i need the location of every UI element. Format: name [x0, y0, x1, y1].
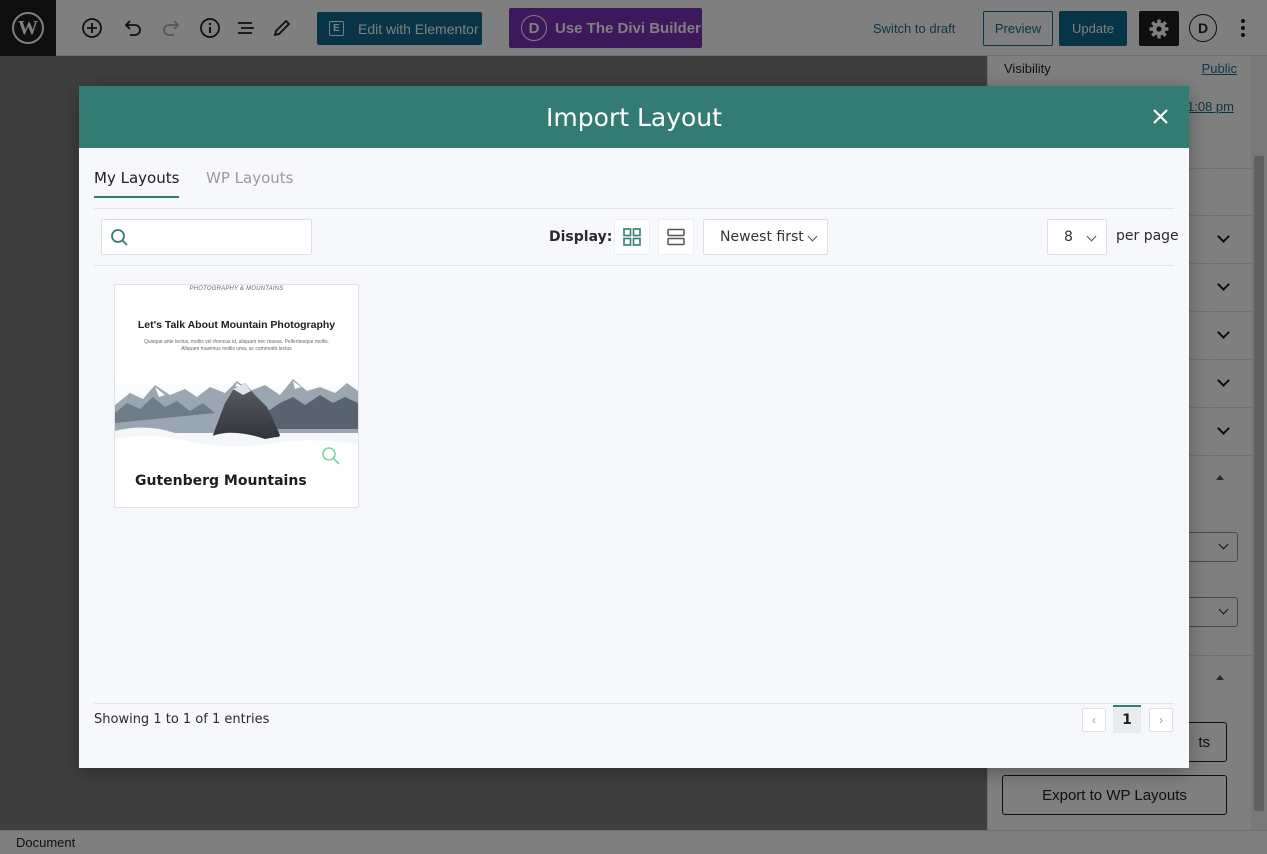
layout-card-title[interactable]: Gutenberg Mountains — [135, 473, 307, 489]
tab-wp-layouts[interactable]: WP Layouts — [206, 169, 293, 196]
layout-tabs: My Layouts WP Layouts — [94, 166, 1174, 209]
entries-count-text: Showing 1 to 1 of 1 entries — [94, 712, 270, 727]
thumbnail-heading: Let's Talk About Mountain Photography — [137, 319, 336, 331]
per-page-value: 8 — [1064, 229, 1073, 245]
chevron-down-icon — [807, 231, 818, 242]
grid-view-icon[interactable] — [614, 219, 650, 255]
sort-order-value: Newest first — [720, 229, 804, 245]
layout-card[interactable]: PHOTOGRAPHY & MOUNTAINS Let's Talk About… — [114, 284, 359, 508]
close-icon[interactable] — [1152, 108, 1169, 125]
thumbnail-body: Quisque ante lectus, mollis vel rhoncus … — [143, 339, 330, 352]
modal-title: Import Layout — [546, 102, 722, 132]
mountain-image — [115, 373, 358, 455]
display-label: Display: — [549, 229, 613, 245]
thumbnail-kicker: PHOTOGRAPHY & MOUNTAINS — [189, 286, 284, 292]
search-icon — [110, 228, 129, 252]
list-view-icon[interactable] — [658, 219, 694, 255]
chevron-down-icon — [1086, 231, 1097, 242]
import-layout-modal: Import Layout My Layouts WP Layouts Disp… — [79, 86, 1189, 768]
modal-header: Import Layout — [79, 86, 1189, 148]
layout-thumbnail[interactable]: PHOTOGRAPHY & MOUNTAINS Let's Talk About… — [115, 285, 358, 455]
per-page-select[interactable]: 8 — [1047, 219, 1107, 255]
tab-my-layouts[interactable]: My Layouts — [94, 169, 180, 198]
divider — [94, 703, 1174, 704]
divider — [94, 265, 1174, 266]
per-page-label: per page — [1116, 228, 1179, 244]
sort-order-select[interactable]: Newest first — [703, 219, 828, 255]
next-page-icon[interactable]: › — [1149, 708, 1173, 732]
previous-page-icon[interactable]: ‹ — [1082, 708, 1106, 732]
layout-search-input[interactable] — [101, 219, 312, 255]
current-page-button[interactable]: 1 — [1113, 705, 1141, 733]
zoom-preview-icon[interactable] — [321, 446, 341, 471]
